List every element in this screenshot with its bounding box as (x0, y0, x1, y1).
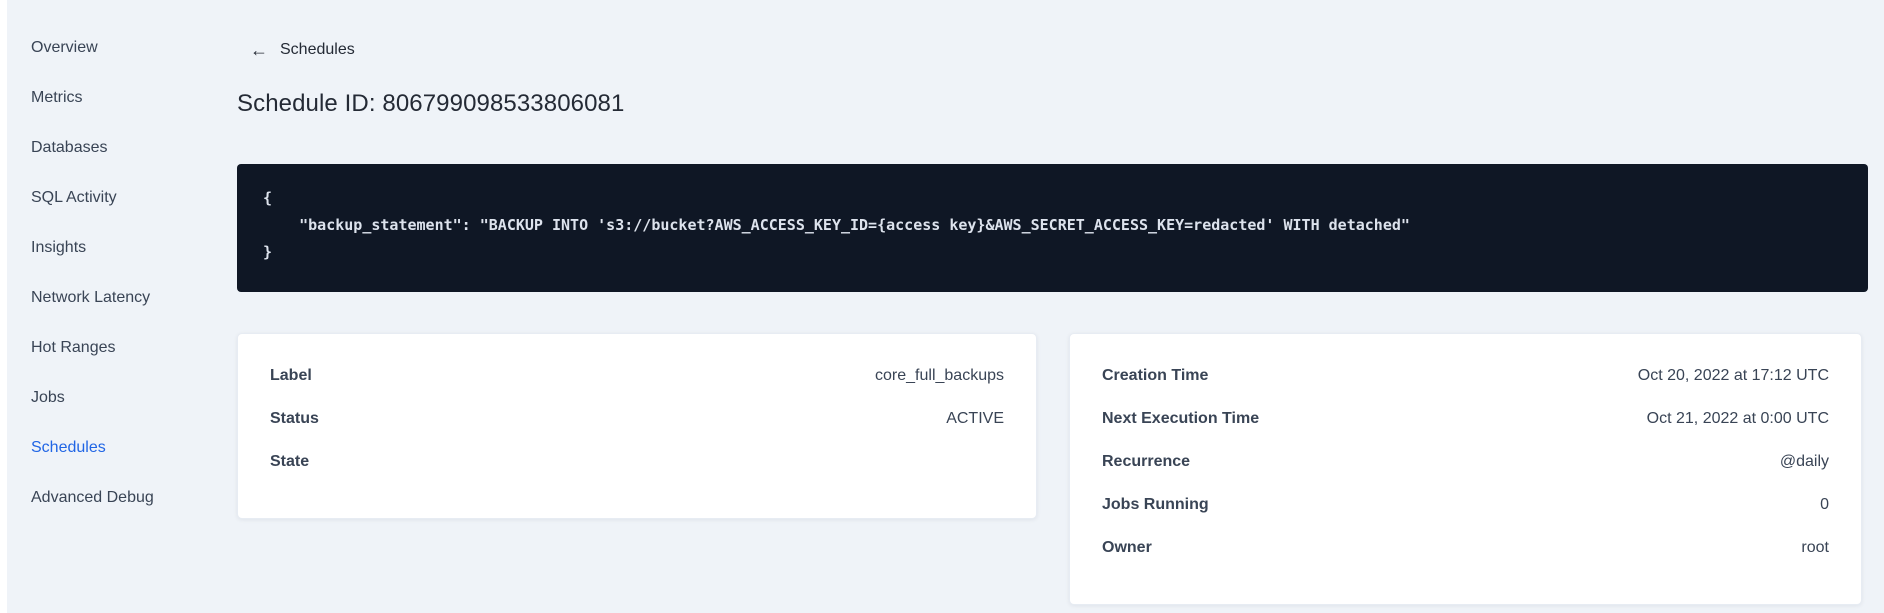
sidebar-item-overview[interactable]: Overview (7, 23, 217, 73)
sidebar-item-databases[interactable]: Databases (7, 123, 217, 173)
timing-row-jobs-running: Jobs Running 0 (1102, 483, 1829, 526)
sidebar-nav: Overview Metrics Databases SQL Activity … (7, 23, 217, 523)
page-title: Schedule ID: 806799098533806081 (237, 90, 625, 117)
back-link-label: Schedules (280, 41, 355, 58)
row-label: Jobs Running (1102, 495, 1209, 513)
row-label: Status (270, 409, 319, 427)
timing-row-creation-time: Creation Time Oct 20, 2022 at 17:12 UTC (1102, 354, 1829, 397)
detail-row-state: State (270, 440, 1004, 483)
status-value: ACTIVE (946, 409, 1004, 427)
schedule-timing-card: Creation Time Oct 20, 2022 at 17:12 UTC … (1069, 333, 1862, 605)
row-label: Creation Time (1102, 366, 1209, 384)
sidebar-item-advanced-debug[interactable]: Advanced Debug (7, 473, 217, 523)
schedule-details-card: Label core_full_backups Status ACTIVE St… (237, 333, 1037, 519)
sidebar-item-schedules[interactable]: Schedules (7, 423, 217, 473)
timing-row-owner: Owner root (1102, 526, 1829, 569)
sidebar-item-network-latency[interactable]: Network Latency (7, 273, 217, 323)
row-value: 0 (1820, 495, 1829, 513)
timing-row-next-execution: Next Execution Time Oct 21, 2022 at 0:00… (1102, 397, 1829, 440)
schedule-statement-code-block: { "backup_statement": "BACKUP INTO 's3:/… (237, 164, 1868, 292)
row-label: Next Execution Time (1102, 409, 1260, 427)
row-value: core_full_backups (875, 366, 1004, 384)
row-label: State (270, 452, 310, 470)
back-to-schedules-link[interactable]: ← Schedules (250, 41, 355, 59)
row-value: Oct 21, 2022 at 0:00 UTC (1646, 409, 1829, 427)
sidebar-item-sql-activity[interactable]: SQL Activity (7, 173, 217, 223)
row-value: Oct 20, 2022 at 17:12 UTC (1637, 366, 1829, 384)
row-label: Label (270, 366, 312, 384)
row-value: root (1801, 538, 1829, 556)
row-label: Recurrence (1102, 452, 1191, 470)
timing-row-recurrence: Recurrence @daily (1102, 440, 1829, 483)
back-arrow-icon: ← (250, 40, 268, 60)
row-value: @daily (1779, 452, 1829, 470)
detail-row-label: Label core_full_backups (270, 354, 1004, 397)
sidebar-item-metrics[interactable]: Metrics (7, 73, 217, 123)
sidebar-item-insights[interactable]: Insights (7, 223, 217, 273)
sidebar-item-hot-ranges[interactable]: Hot Ranges (7, 323, 217, 373)
sidebar-item-jobs[interactable]: Jobs (7, 373, 217, 423)
row-label: Owner (1102, 538, 1152, 556)
detail-row-status: Status ACTIVE (270, 397, 1004, 440)
page-left-gutter (0, 0, 7, 613)
